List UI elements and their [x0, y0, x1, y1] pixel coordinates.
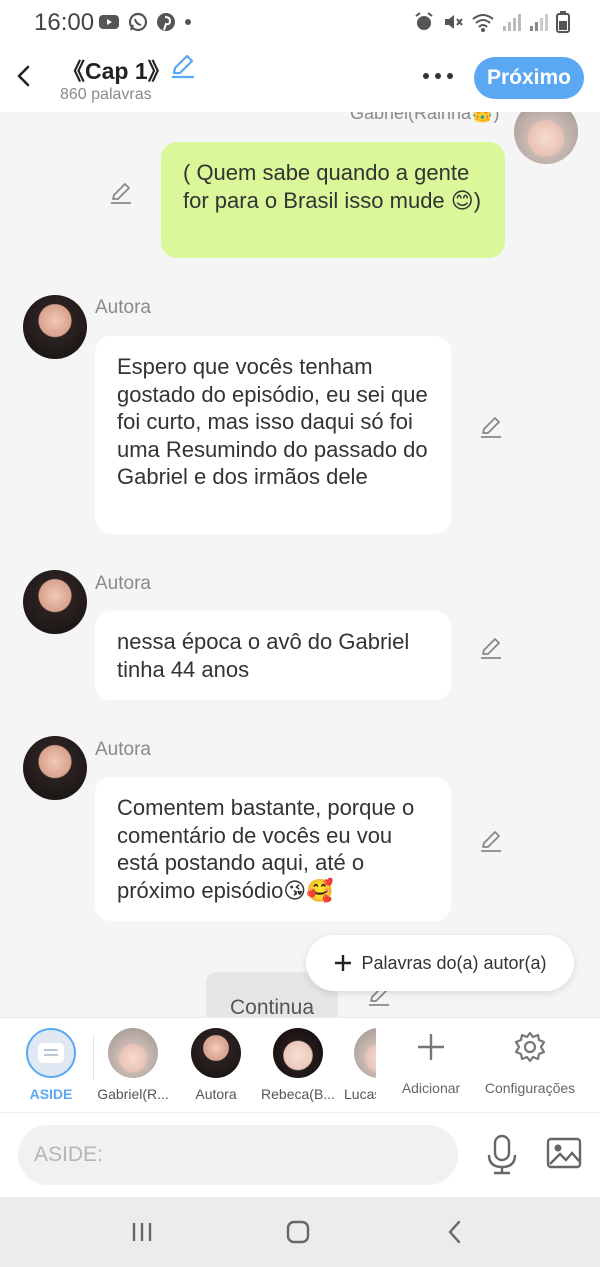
sender-name: Autora — [95, 739, 151, 760]
alarm-icon — [415, 12, 433, 30]
pinterest-icon — [157, 13, 175, 31]
author-words-button[interactable]: Palavras do(a) autor(a) — [306, 935, 574, 991]
avatar-autora[interactable] — [23, 736, 87, 800]
more-options-button[interactable] — [418, 66, 458, 86]
message-bubble[interactable]: Espero que vocês tenham gostado do episó… — [95, 336, 451, 534]
character-bar: ASIDE Gabriel(R... Autora Rebeca(B... Lu… — [0, 1017, 600, 1112]
sender-name: Autora — [95, 297, 151, 318]
mute-icon — [445, 15, 463, 29]
male-avatar — [108, 1028, 158, 1078]
chevron-left-icon — [17, 65, 30, 87]
signal-icon — [503, 14, 521, 31]
chapter-header: 《Cap 1》 860 palavras Próximo — [0, 44, 600, 112]
home-button[interactable] — [278, 1217, 318, 1247]
pencil-icon — [481, 831, 501, 852]
gear-icon — [514, 1031, 546, 1063]
youtube-icon — [99, 15, 119, 29]
image-button[interactable] — [546, 1135, 582, 1171]
status-bar: 16:00 — [0, 0, 600, 44]
character-label: Lucas — [344, 1086, 376, 1102]
add-label: Adicionar — [401, 1080, 461, 1096]
message-bubble[interactable]: Comentem bastante, porque o comentário d… — [95, 777, 451, 921]
plus-icon — [335, 955, 352, 971]
avatar-autora[interactable] — [23, 570, 87, 634]
character-label: Rebeca(B... — [261, 1086, 335, 1102]
chapter-title: 《Cap 1》 — [62, 58, 171, 84]
avatar-autora[interactable] — [23, 295, 87, 359]
edit-title-button[interactable] — [168, 52, 196, 80]
recent-apps-button[interactable] — [122, 1217, 162, 1247]
dot-icon — [423, 73, 429, 79]
message-input[interactable] — [18, 1125, 458, 1185]
notification-icons — [98, 12, 192, 32]
voice-button[interactable] — [484, 1133, 520, 1177]
character-rebeca[interactable]: Rebeca(B... — [257, 1028, 339, 1108]
system-nav-bar — [0, 1197, 600, 1267]
system-icons — [413, 11, 570, 33]
input-bar — [0, 1112, 600, 1197]
back-arrow-icon — [448, 1220, 461, 1244]
home-icon — [286, 1220, 310, 1244]
aside-icon — [26, 1028, 76, 1078]
author-words-label: Palavras do(a) autor(a) — [361, 952, 547, 973]
dot-icon — [435, 73, 441, 79]
plus-icon — [418, 1034, 444, 1060]
character-label: Autora — [195, 1086, 237, 1102]
message-bubble[interactable]: ( Quem sabe quando a gente for para o Br… — [161, 142, 505, 258]
female-avatar — [191, 1028, 241, 1078]
back-button[interactable] — [8, 58, 38, 94]
next-button[interactable]: Próximo — [474, 57, 584, 99]
add-character-button[interactable]: Adicionar — [396, 1030, 466, 1110]
edit-message-button[interactable] — [478, 414, 504, 440]
image-icon — [546, 1137, 582, 1169]
character-label: ASIDE — [29, 1086, 73, 1102]
male-avatar — [354, 1028, 376, 1078]
settings-button[interactable]: Configurações — [484, 1030, 576, 1110]
avatar-gabriel[interactable] — [514, 112, 578, 164]
edit-message-button[interactable] — [478, 828, 504, 854]
pencil-icon — [481, 417, 501, 438]
character-lucas[interactable]: Lucas — [338, 1028, 376, 1108]
status-time: 16:00 — [34, 9, 95, 36]
edit-message-button[interactable] — [478, 635, 504, 661]
whatsapp-icon — [128, 12, 148, 32]
edit-message-button[interactable] — [108, 180, 134, 206]
word-count: 860 palavras — [60, 86, 152, 103]
more-notifications-icon — [185, 19, 191, 25]
pencil-icon — [481, 638, 501, 659]
wifi-icon — [472, 14, 494, 32]
girl-avatar — [273, 1028, 323, 1078]
character-label: Gabriel(R... — [97, 1086, 169, 1102]
back-nav-button[interactable] — [434, 1217, 474, 1247]
message-bubble[interactable]: nessa época o avô do Gabriel tinha 44 an… — [95, 611, 451, 700]
battery-icon — [556, 11, 570, 33]
pencil-icon — [111, 183, 131, 204]
character-autora[interactable]: Autora — [175, 1028, 257, 1108]
character-gabriel[interactable]: Gabriel(R... — [92, 1028, 174, 1108]
pencil-icon — [172, 54, 194, 79]
microphone-icon — [487, 1134, 517, 1175]
sender-name: Autora — [95, 573, 151, 594]
sender-name: Gabriel(Rainha👑) — [350, 112, 500, 123]
recent-apps-icon — [132, 1223, 152, 1241]
chat-area[interactable]: Gabriel(Rainha👑) ( Quem sabe quando a ge… — [0, 112, 600, 1017]
character-aside[interactable]: ASIDE — [10, 1028, 92, 1108]
signal-icon — [530, 14, 548, 31]
settings-label: Configurações — [484, 1080, 576, 1096]
dot-icon — [447, 73, 453, 79]
